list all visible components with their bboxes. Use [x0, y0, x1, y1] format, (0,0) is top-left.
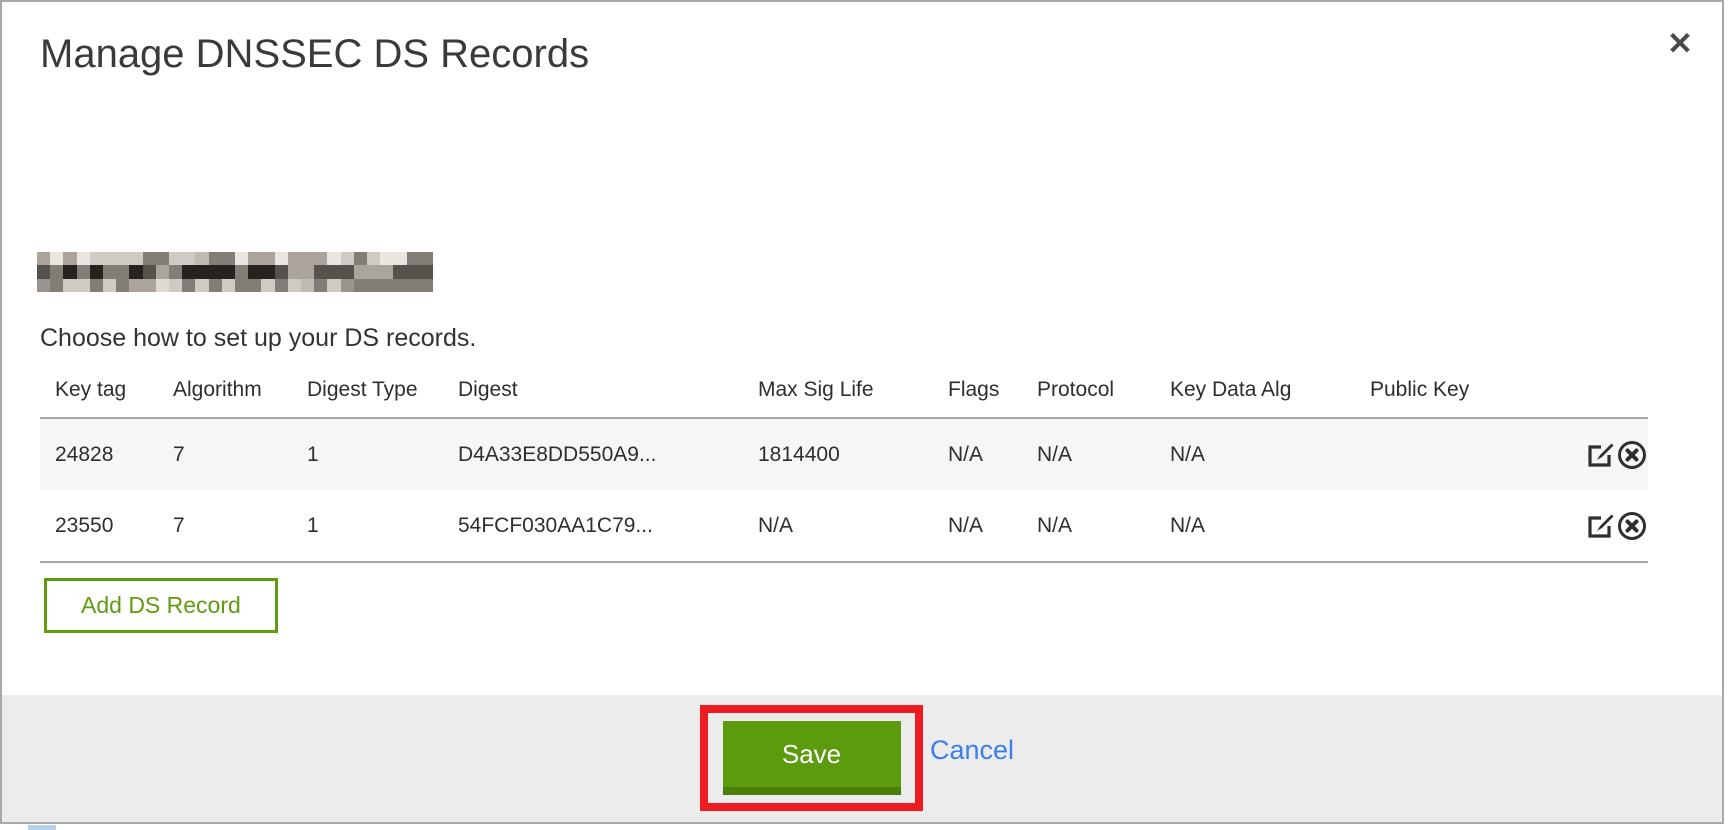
- column-header-digest-type: Digest Type: [292, 366, 443, 418]
- cell-algorithm: 7: [158, 490, 292, 562]
- column-header-protocol: Protocol: [1022, 366, 1155, 418]
- column-header-max-sig-life: Max Sig Life: [743, 366, 933, 418]
- modal-title: Manage DNSSEC DS Records: [40, 32, 589, 77]
- footer-bar: Save Cancel: [2, 695, 1722, 822]
- cell-key-tag: 24828: [40, 418, 158, 490]
- delete-icon[interactable]: [1616, 439, 1648, 471]
- column-header-key-data-alg: Key Data Alg: [1155, 366, 1355, 418]
- table-row: 24828 7 1 D4A33E8DD550A9... 1814400 N/A …: [40, 418, 1648, 490]
- cell-max-sig-life: N/A: [743, 490, 933, 562]
- table-row: 23550 7 1 54FCF030AA1C79... N/A N/A N/A …: [40, 490, 1648, 562]
- table-header-row: Key tag Algorithm Digest Type Digest Max…: [40, 366, 1648, 418]
- delete-icon[interactable]: [1616, 510, 1648, 542]
- cell-public-key: [1355, 418, 1540, 490]
- cell-key-tag: 23550: [40, 490, 158, 562]
- column-header-actions: [1540, 366, 1648, 418]
- column-header-digest: Digest: [443, 366, 743, 418]
- cell-key-data-alg: N/A: [1155, 418, 1355, 490]
- cell-flags: N/A: [933, 490, 1022, 562]
- redacted-domain-name: [37, 252, 433, 292]
- background-artifact: [28, 825, 56, 830]
- page: Manage DNSSEC DS Records ✕ Choose how to…: [0, 0, 1734, 830]
- edit-icon[interactable]: [1584, 439, 1616, 471]
- cell-protocol: N/A: [1022, 418, 1155, 490]
- row-actions: [1540, 418, 1648, 490]
- column-header-algorithm: Algorithm: [158, 366, 292, 418]
- column-header-flags: Flags: [933, 366, 1022, 418]
- cell-public-key: [1355, 490, 1540, 562]
- cell-key-data-alg: N/A: [1155, 490, 1355, 562]
- save-button[interactable]: Save: [723, 721, 901, 795]
- cell-algorithm: 7: [158, 418, 292, 490]
- manage-dnssec-modal: Manage DNSSEC DS Records ✕ Choose how to…: [0, 0, 1724, 824]
- edit-icon[interactable]: [1584, 510, 1616, 542]
- red-annotation-box: Save: [700, 705, 923, 811]
- instruction-text: Choose how to set up your DS records.: [40, 324, 476, 353]
- column-header-key-tag: Key tag: [40, 366, 158, 418]
- cell-protocol: N/A: [1022, 490, 1155, 562]
- close-icon[interactable]: ✕: [1658, 22, 1702, 66]
- cell-digest-type: 1: [292, 490, 443, 562]
- cell-flags: N/A: [933, 418, 1022, 490]
- cell-max-sig-life: 1814400: [743, 418, 933, 490]
- cancel-link[interactable]: Cancel: [930, 735, 1014, 766]
- add-ds-record-button[interactable]: Add DS Record: [44, 578, 278, 633]
- cell-digest: 54FCF030AA1C79...: [443, 490, 743, 562]
- ds-records-table: Key tag Algorithm Digest Type Digest Max…: [40, 366, 1648, 563]
- row-actions: [1540, 490, 1648, 562]
- column-header-public-key: Public Key: [1355, 366, 1540, 418]
- cell-digest: D4A33E8DD550A9...: [443, 418, 743, 490]
- cell-digest-type: 1: [292, 418, 443, 490]
